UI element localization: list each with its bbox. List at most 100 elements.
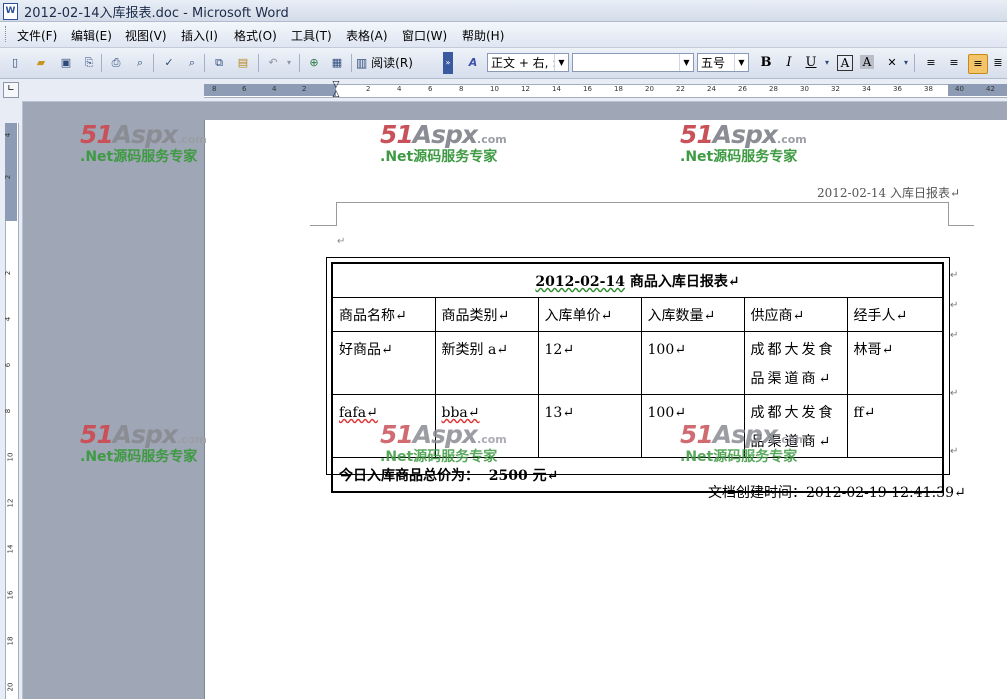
watermark-logo: 51Aspx.com .Net源码服务专家: [680, 420, 830, 480]
ruler-tick-label: 2: [4, 174, 13, 180]
column-header[interactable]: 入库单价↵: [537, 297, 642, 332]
ruler-tick-label: 24: [707, 85, 716, 93]
table-cell[interactable]: 100↵: [640, 331, 745, 395]
wm-tagline: .Net源码服务专家: [680, 149, 798, 165]
wm-logo-word: Aspx: [412, 120, 478, 149]
wm-logo-number: 51: [680, 420, 714, 449]
font-size-combo[interactable]: 五号 ▼: [697, 53, 749, 72]
menu-edit[interactable]: 编辑(E): [71, 27, 112, 44]
char-border-button[interactable]: A: [837, 55, 853, 71]
window-title: 2012-02-14入库报表.doc - Microsoft Word: [24, 6, 289, 21]
table-cell[interactable]: ff↵: [846, 394, 944, 458]
menu-table[interactable]: 表格(A): [346, 27, 388, 44]
column-header[interactable]: 商品类别↵: [434, 297, 539, 332]
table-title-cell[interactable]: 2012-02-14 商品入库日报表↵: [331, 262, 944, 298]
wm-tagline: .Net源码服务专家: [80, 449, 198, 465]
hyperlink-icon[interactable]: ⊕: [305, 54, 323, 72]
ruler-tick-label: 38: [924, 85, 933, 93]
new-document-icon[interactable]: ▯: [6, 54, 24, 72]
chevron-down-icon[interactable]: ▼: [554, 54, 568, 71]
watermark-logo: 51Aspx.com .Net源码服务专家: [80, 120, 230, 180]
chevron-down-icon[interactable]: ▼: [734, 54, 748, 71]
insert-table-icon[interactable]: ▦: [328, 54, 346, 72]
bold-button[interactable]: B: [756, 54, 776, 72]
style-combo[interactable]: 正文 + 右, : ▼: [487, 53, 569, 72]
ruler-tick-label: 10: [490, 85, 499, 93]
word-app-icon[interactable]: W: [3, 3, 18, 20]
paste-icon[interactable]: ▤: [234, 54, 252, 72]
ruler-tick-label: 16: [583, 85, 592, 93]
distributed-align-icon[interactable]: ≣: [991, 54, 1005, 72]
ruler-tick-label: 32: [831, 85, 840, 93]
menu-help[interactable]: 帮助(H): [462, 27, 504, 44]
menu-insert[interactable]: 插入(I): [181, 27, 218, 44]
crop-mark: [336, 202, 337, 226]
table-cell[interactable]: 新类别 a↵: [434, 331, 539, 395]
spelling-icon[interactable]: ✓: [160, 54, 178, 72]
ruler-tick-label: 30: [800, 85, 809, 93]
horizontal-ruler[interactable]: ∟ ▽ △ 8 6 4 2 2 4 6 8 10 12 14 16 18 20 22 24 26 28 30 32 34 3…: [0, 79, 1007, 102]
toolbar-options-icon[interactable]: »: [443, 52, 453, 74]
table-cell[interactable]: 12↵: [537, 331, 642, 395]
copy-icon[interactable]: ⧉: [210, 54, 228, 72]
align-center-icon[interactable]: ≡: [945, 54, 963, 72]
watermark-logo: 51Aspx.com .Net源码服务专家: [380, 420, 530, 480]
wm-logo-tld: .com: [177, 433, 207, 446]
table-cell[interactable]: 成都大发食品渠道商↵: [743, 331, 848, 395]
paragraph-mark: ↵: [337, 236, 346, 247]
print-preview-icon[interactable]: ⌕: [131, 54, 149, 72]
font-combo[interactable]: ▼: [572, 53, 694, 72]
vertical-ruler[interactable]: 4 2 2 4 6 8 10 12 14 16 18 20: [0, 101, 23, 699]
undo-dropdown-icon[interactable]: ▾: [284, 54, 294, 72]
ruler-left-margin: [204, 84, 336, 96]
chevron-down-icon[interactable]: ▼: [679, 54, 693, 71]
ruler-tick-label: 36: [893, 85, 902, 93]
undo-icon[interactable]: ↶: [264, 54, 282, 72]
menu-bar: 文件(F) 编辑(E) 视图(V) 插入(I) 格式(O) 工具(T) 表格(A…: [0, 22, 1007, 48]
italic-button[interactable]: I: [779, 54, 799, 72]
column-header[interactable]: 经手人↵: [846, 297, 944, 332]
ruler-tick-label: 22: [676, 85, 685, 93]
column-header[interactable]: 商品名称↵: [331, 297, 436, 332]
char-scale-dropdown-icon[interactable]: ▾: [902, 54, 910, 72]
toolbar-separator: [258, 54, 259, 72]
indent-marker-icon[interactable]: ▽ △: [331, 81, 341, 99]
research-icon[interactable]: ⌕: [183, 54, 201, 72]
toolbar-separator: [299, 54, 300, 72]
align-justify-icon[interactable]: ≡: [922, 54, 940, 72]
align-right-icon[interactable]: ≡: [968, 54, 988, 74]
open-folder-icon[interactable]: ▰: [32, 54, 50, 72]
menu-format[interactable]: 格式(O): [234, 27, 277, 44]
underline-dropdown-icon[interactable]: ▾: [823, 54, 831, 72]
menu-grip[interactable]: [5, 26, 8, 42]
cell-text: fafa↵: [339, 405, 378, 421]
tab-selector-icon[interactable]: ∟: [3, 82, 19, 98]
column-header[interactable]: 供应商↵: [743, 297, 848, 332]
read-mode-button[interactable]: ▥ 阅读(R): [356, 54, 436, 72]
wm-logo-number: 51: [380, 420, 414, 449]
table-cell[interactable]: 林哥↵: [846, 331, 944, 395]
underline-button[interactable]: U: [801, 54, 821, 72]
wm-logo-tld: .com: [777, 133, 807, 146]
crop-mark: [948, 225, 974, 226]
char-scale-icon[interactable]: ✕: [883, 54, 901, 72]
print-icon[interactable]: ⎙: [107, 54, 125, 72]
save-icon[interactable]: ▣: [57, 54, 75, 72]
table-cell[interactable]: 好商品↵: [331, 331, 436, 395]
char-shading-button[interactable]: A: [860, 55, 874, 69]
read-mode-label: 阅读(R): [371, 56, 413, 70]
menu-window[interactable]: 窗口(W): [402, 27, 447, 44]
ruler-tick-label: 20: [6, 682, 15, 692]
menu-tools[interactable]: 工具(T): [291, 27, 332, 44]
styles-pane-icon[interactable]: A: [464, 54, 482, 72]
table-cell[interactable]: 13↵: [537, 394, 642, 458]
cell-text: bba↵: [441, 405, 480, 421]
toolbar-separator: [351, 54, 352, 72]
menu-file[interactable]: 文件(F): [17, 27, 57, 44]
wm-logo-number: 51: [80, 120, 114, 149]
menu-view[interactable]: 视图(V): [125, 27, 167, 44]
ruler-tick-label: 34: [862, 85, 871, 93]
column-header[interactable]: 入库数量↵: [640, 297, 745, 332]
wm-logo-tld: .com: [477, 433, 507, 446]
permission-icon[interactable]: ⎘: [80, 54, 98, 72]
